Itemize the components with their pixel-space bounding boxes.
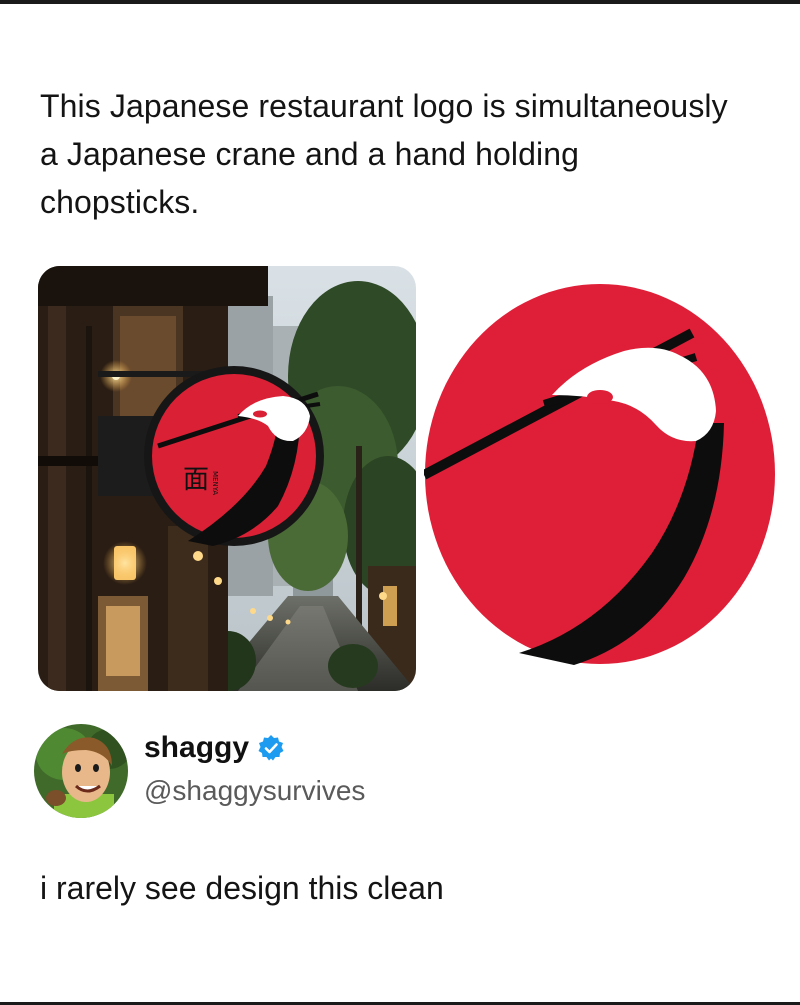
author-name-row[interactable]: shaggy <box>144 731 285 765</box>
sign-kanji: 面 <box>183 465 209 495</box>
sign-latin: MENYA <box>211 471 219 495</box>
top-border <box>0 0 800 4</box>
meme-caption: This Japanese restaurant logo is simulta… <box>40 88 728 220</box>
author-name[interactable]: shaggy <box>144 731 249 765</box>
street-photo: 面 MENYA <box>38 266 416 691</box>
verified-badge-icon <box>257 734 285 762</box>
author-handle[interactable]: @shaggysurvives <box>144 775 365 807</box>
post-text: i rarely see design this clean <box>40 870 444 906</box>
crane-chopsticks-logo <box>424 283 776 665</box>
avatar[interactable] <box>34 724 128 818</box>
